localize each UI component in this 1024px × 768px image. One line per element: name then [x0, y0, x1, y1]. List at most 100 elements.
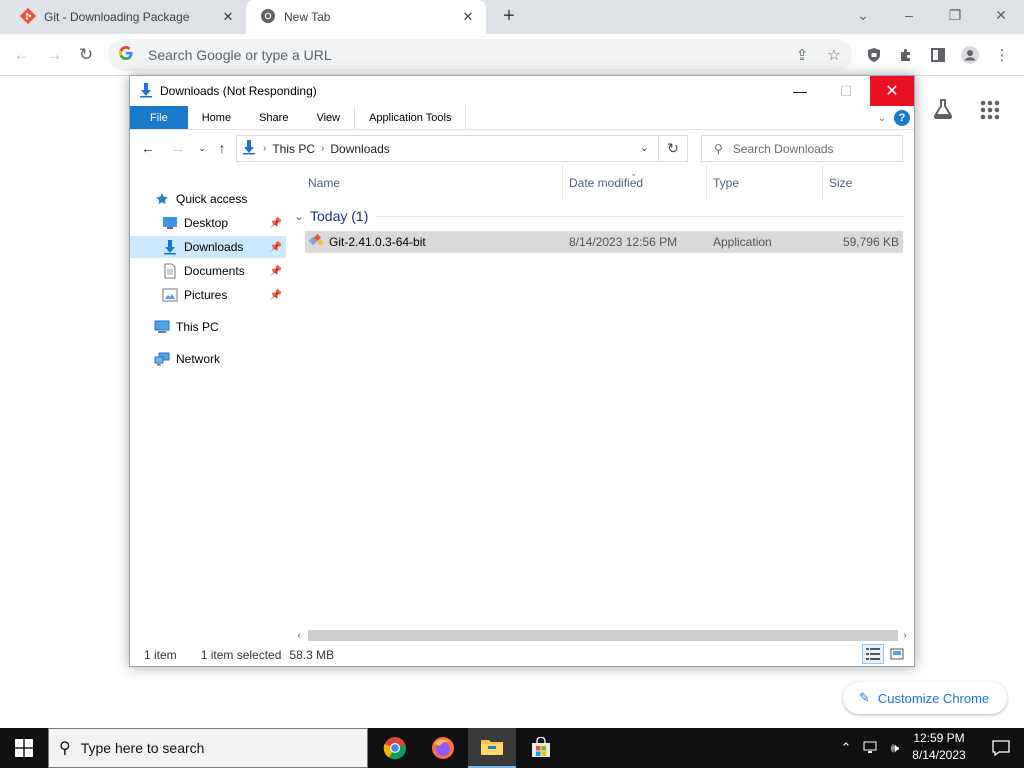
labs-flask-icon[interactable] [930, 98, 956, 124]
back-arrow-icon[interactable]: ← [138, 137, 158, 159]
group-divider [376, 215, 904, 217]
status-size: 58.3 MB [289, 648, 335, 662]
column-header-date-modified[interactable]: Date modified [562, 166, 706, 200]
windows-start-icon[interactable] [0, 728, 48, 768]
refresh-icon[interactable]: ↻ [658, 135, 688, 162]
view-buttons [862, 644, 908, 664]
taskbar-file-explorer-icon[interactable] [468, 728, 516, 768]
new-tab-button[interactable]: + [498, 6, 520, 28]
close-button[interactable]: ✕ [978, 0, 1024, 30]
ribbon-tab-share[interactable]: Share [245, 106, 302, 129]
taskbar-clock[interactable]: 12:59 PM 8/14/2023 [904, 730, 974, 766]
nav-label: Documents [184, 264, 245, 278]
scrollbar-thumb[interactable] [308, 630, 898, 641]
reload-icon[interactable]: ↻ [74, 43, 98, 67]
nav-documents[interactable]: Documents 📌 [162, 260, 286, 282]
file-row-git-installer[interactable]: Git-2.41.0.3-64-bit 8/14/2023 12:56 PM A… [305, 231, 903, 253]
navigation-pane: Quick access Desktop 📌 Downloads 📌 Docum… [130, 176, 290, 616]
group-header-today[interactable]: ⌄ Today (1) [292, 206, 904, 226]
pin-icon[interactable]: 📌 [270, 242, 282, 253]
google-apps-grid-icon[interactable] [978, 98, 1004, 124]
search-downloads-input[interactable]: ⚲ Search Downloads [701, 135, 903, 162]
explorer-maximize-button[interactable]: ☐ [824, 76, 868, 106]
extensions-puzzle-icon[interactable] [894, 43, 918, 67]
desktop-icon [162, 215, 178, 231]
taskbar-chrome-icon[interactable] [371, 728, 419, 768]
breadcrumb-this-pc[interactable]: This PC [272, 142, 315, 156]
profile-avatar-icon[interactable] [958, 43, 982, 67]
recent-locations-chevron-icon[interactable]: ⌄ [192, 137, 212, 159]
column-header-size[interactable]: Size [822, 166, 902, 200]
downloads-arrow-icon [138, 82, 154, 101]
file-explorer-window: Downloads (Not Responding) — ☐ ✕ File Ho… [129, 75, 915, 667]
breadcrumb-separator-icon: › [263, 143, 267, 154]
extension-shield-icon[interactable] [862, 43, 886, 67]
ribbon-tab-home[interactable]: Home [188, 106, 245, 129]
file-name: Git-2.41.0.3-64-bit [329, 235, 426, 249]
taskbar-store-icon[interactable] [517, 728, 565, 768]
omnibox[interactable]: Search Google or type a URL [108, 39, 852, 71]
explorer-minimize-button[interactable]: — [778, 76, 822, 106]
nav-this-pc[interactable]: This PC [154, 316, 284, 338]
minimize-button[interactable]: – [886, 0, 932, 30]
up-arrow-icon[interactable]: ↑ [212, 137, 232, 159]
nav-label: This PC [176, 320, 219, 334]
tab-new-tab[interactable]: New Tab ✕ [246, 0, 486, 34]
tab-git-downloading[interactable]: Git - Downloading Package ✕ [6, 0, 246, 34]
horizontal-scrollbar[interactable]: ‹ › [292, 628, 914, 642]
scroll-right-arrow-icon[interactable]: › [898, 628, 912, 642]
clock-date: 8/14/2023 [912, 748, 966, 762]
scroll-left-arrow-icon[interactable]: ‹ [292, 628, 306, 642]
side-panel-icon[interactable] [926, 43, 950, 67]
network-icon [154, 351, 170, 367]
pin-icon[interactable]: 📌 [270, 218, 282, 229]
nav-downloads[interactable]: Downloads 📌 [130, 236, 286, 258]
expand-ribbon-chevron-icon[interactable]: ⌄ [878, 113, 886, 124]
tab-title: New Tab [284, 10, 331, 24]
ribbon-tab-application-tools[interactable]: Application Tools [354, 106, 467, 129]
share-icon[interactable]: ⇪ [790, 43, 814, 67]
nav-pictures[interactable]: Pictures 📌 [162, 284, 286, 306]
address-row: ← → ⌄ ↑ › This PC › Downloads ⌄ ↻ ⚲ Sear… [130, 133, 914, 163]
column-header-name[interactable]: Name [302, 166, 558, 200]
tab-close-icon[interactable]: ✕ [220, 9, 236, 25]
google-g-icon [118, 45, 136, 65]
nav-network[interactable]: Network [154, 348, 284, 370]
explorer-close-button[interactable]: ✕ [870, 76, 914, 106]
customize-label: Customize Chrome [877, 690, 990, 706]
forward-arrow-icon[interactable]: → [42, 43, 66, 67]
downloads-arrow-icon [162, 239, 178, 255]
customize-chrome-button[interactable]: ✎ Customize Chrome [843, 682, 1007, 714]
breadcrumb-downloads[interactable]: Downloads [330, 142, 389, 156]
pin-icon[interactable]: 📌 [270, 266, 282, 277]
nav-quick-access[interactable]: Quick access [154, 188, 284, 210]
taskbar-search-box[interactable]: ⚲ Type here to search [48, 728, 368, 768]
search-icon: ⚲ [714, 141, 723, 156]
tab-search-chevron-icon[interactable]: ⌄ [840, 0, 886, 30]
ribbon-tab-file[interactable]: File [130, 106, 188, 129]
ribbon-tab-view[interactable]: View [302, 106, 354, 129]
column-header-type[interactable]: Type [706, 166, 820, 200]
tray-network-icon[interactable] [860, 728, 882, 768]
tray-volume-icon[interactable]: 🕪 [884, 728, 906, 768]
large-icons-view-icon[interactable] [886, 644, 908, 664]
address-dropdown-chevron-icon[interactable]: ⌄ [640, 141, 649, 154]
nav-desktop[interactable]: Desktop 📌 [162, 212, 286, 234]
bookmark-star-icon[interactable]: ☆ [822, 43, 846, 67]
tray-chevron-up-icon[interactable]: ⌃ [836, 728, 856, 768]
chrome-menu-icon[interactable]: ⋮ [990, 43, 1014, 67]
tab-close-icon[interactable]: ✕ [460, 9, 476, 25]
forward-arrow-icon[interactable]: → [168, 137, 188, 159]
taskbar-search-placeholder: Type here to search [80, 740, 205, 756]
details-view-icon[interactable] [862, 644, 884, 664]
address-bar[interactable]: › This PC › Downloads ⌄ [236, 135, 688, 162]
back-arrow-icon[interactable]: ← [10, 43, 34, 67]
search-icon: ⚲ [59, 740, 71, 757]
status-bar: 1 item 1 item selected 58.3 MB [130, 644, 914, 666]
notification-center-icon[interactable] [978, 728, 1024, 768]
windows-taskbar: ⚲ Type here to search ⌃ 🕪 12:59 PM 8/14/… [0, 728, 1024, 768]
taskbar-firefox-icon[interactable] [419, 728, 467, 768]
restore-button[interactable]: ❐ [932, 0, 978, 30]
help-icon[interactable]: ? [894, 110, 910, 126]
pin-icon[interactable]: 📌 [270, 290, 282, 301]
